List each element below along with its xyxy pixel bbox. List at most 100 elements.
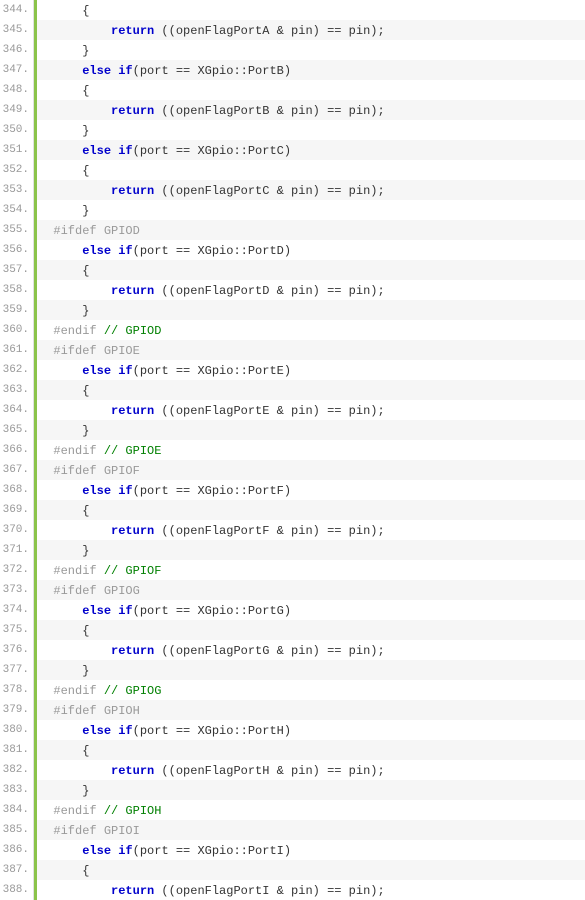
code-content[interactable]: else if(port == XGpio::PortD) (37, 240, 585, 260)
code-line[interactable]: 367. #ifdef GPIOF (0, 460, 585, 480)
token-plain: (port == XGpio::PortD) (133, 244, 291, 258)
code-content[interactable]: } (37, 200, 585, 220)
code-line[interactable]: 373. #ifdef GPIOG (0, 580, 585, 600)
code-line[interactable]: 350. } (0, 120, 585, 140)
code-content[interactable]: { (37, 500, 585, 520)
code-content[interactable]: } (37, 120, 585, 140)
code-content[interactable]: #ifdef GPIOE (37, 340, 585, 360)
code-content[interactable]: else if(port == XGpio::PortC) (37, 140, 585, 160)
code-content[interactable]: { (37, 740, 585, 760)
code-line[interactable]: 377. } (0, 660, 585, 680)
code-line[interactable]: 379. #ifdef GPIOH (0, 700, 585, 720)
code-line[interactable]: 372. #endif // GPIOF (0, 560, 585, 580)
code-line[interactable]: 376. return ((openFlagPortG & pin) == pi… (0, 640, 585, 660)
code-line[interactable]: 353. return ((openFlagPortC & pin) == pi… (0, 180, 585, 200)
code-line[interactable]: 387. { (0, 860, 585, 880)
code-content[interactable]: #ifdef GPIOI (37, 820, 585, 840)
code-line[interactable]: 380. else if(port == XGpio::PortH) (0, 720, 585, 740)
code-line[interactable]: 382. return ((openFlagPortH & pin) == pi… (0, 760, 585, 780)
code-content[interactable]: else if(port == XGpio::PortE) (37, 360, 585, 380)
indent (39, 324, 53, 338)
code-content[interactable]: #ifdef GPIOD (37, 220, 585, 240)
code-line[interactable]: 381. { (0, 740, 585, 760)
code-line[interactable]: 354. } (0, 200, 585, 220)
code-content[interactable]: else if(port == XGpio::PortF) (37, 480, 585, 500)
code-line[interactable]: 351. else if(port == XGpio::PortC) (0, 140, 585, 160)
code-line[interactable]: 385. #ifdef GPIOI (0, 820, 585, 840)
indent (39, 884, 111, 898)
code-line[interactable]: 349. return ((openFlagPortB & pin) == pi… (0, 100, 585, 120)
code-viewer[interactable]: 344. {345. return ((openFlagPortA & pin)… (0, 0, 585, 900)
code-content[interactable]: else if(port == XGpio::PortB) (37, 60, 585, 80)
token-pp: #ifdef GPIOF (53, 464, 139, 478)
code-content[interactable]: } (37, 40, 585, 60)
code-content[interactable]: #endif // GPIOD (37, 320, 585, 340)
code-content[interactable]: { (37, 620, 585, 640)
code-content[interactable]: #endif // GPIOG (37, 680, 585, 700)
code-content[interactable]: return ((openFlagPortH & pin) == pin); (37, 760, 585, 780)
code-line[interactable]: 384. #endif // GPIOH (0, 800, 585, 820)
code-content[interactable]: return ((openFlagPortD & pin) == pin); (37, 280, 585, 300)
code-line[interactable]: 361. #ifdef GPIOE (0, 340, 585, 360)
code-line[interactable]: 356. else if(port == XGpio::PortD) (0, 240, 585, 260)
code-content[interactable]: } (37, 660, 585, 680)
code-line[interactable]: 375. { (0, 620, 585, 640)
code-line[interactable]: 358. return ((openFlagPortD & pin) == pi… (0, 280, 585, 300)
code-content[interactable]: #endif // GPIOF (37, 560, 585, 580)
code-line[interactable]: 388. return ((openFlagPortI & pin) == pi… (0, 880, 585, 900)
code-content[interactable]: { (37, 860, 585, 880)
code-line[interactable]: 370. return ((openFlagPortF & pin) == pi… (0, 520, 585, 540)
code-line[interactable]: 360. #endif // GPIOD (0, 320, 585, 340)
code-content[interactable]: return ((openFlagPortE & pin) == pin); (37, 400, 585, 420)
code-line[interactable]: 368. else if(port == XGpio::PortF) (0, 480, 585, 500)
code-content[interactable]: return ((openFlagPortC & pin) == pin); (37, 180, 585, 200)
code-line[interactable]: 347. else if(port == XGpio::PortB) (0, 60, 585, 80)
code-content[interactable]: } (37, 300, 585, 320)
code-line[interactable]: 346. } (0, 40, 585, 60)
code-line[interactable]: 344. { (0, 0, 585, 20)
line-number: 346. (0, 40, 34, 60)
code-line[interactable]: 374. else if(port == XGpio::PortG) (0, 600, 585, 620)
token-plain: (port == XGpio::PortF) (133, 484, 291, 498)
code-content[interactable]: else if(port == XGpio::PortG) (37, 600, 585, 620)
indent (39, 244, 82, 258)
code-line[interactable]: 348. { (0, 80, 585, 100)
code-line[interactable]: 362. else if(port == XGpio::PortE) (0, 360, 585, 380)
code-line[interactable]: 383. } (0, 780, 585, 800)
indent (39, 824, 53, 838)
code-line[interactable]: 363. { (0, 380, 585, 400)
code-content[interactable]: { (37, 380, 585, 400)
code-line[interactable]: 365. } (0, 420, 585, 440)
code-content[interactable]: return ((openFlagPortI & pin) == pin); (37, 880, 585, 900)
code-content[interactable]: { (37, 0, 585, 20)
line-number: 388. (0, 880, 34, 900)
code-line[interactable]: 366. #endif // GPIOE (0, 440, 585, 460)
code-line[interactable]: 355. #ifdef GPIOD (0, 220, 585, 240)
code-line[interactable]: 364. return ((openFlagPortE & pin) == pi… (0, 400, 585, 420)
code-content[interactable]: { (37, 80, 585, 100)
code-line[interactable]: 386. else if(port == XGpio::PortI) (0, 840, 585, 860)
code-content[interactable]: #endif // GPIOE (37, 440, 585, 460)
code-content[interactable]: else if(port == XGpio::PortH) (37, 720, 585, 740)
code-content[interactable]: return ((openFlagPortB & pin) == pin); (37, 100, 585, 120)
code-content[interactable]: return ((openFlagPortF & pin) == pin); (37, 520, 585, 540)
code-content[interactable]: { (37, 260, 585, 280)
code-content[interactable]: #ifdef GPIOG (37, 580, 585, 600)
code-line[interactable]: 369. { (0, 500, 585, 520)
code-content[interactable]: return ((openFlagPortA & pin) == pin); (37, 20, 585, 40)
code-content[interactable]: } (37, 780, 585, 800)
code-line[interactable]: 371. } (0, 540, 585, 560)
code-line[interactable]: 357. { (0, 260, 585, 280)
code-content[interactable]: #endif // GPIOH (37, 800, 585, 820)
code-content[interactable]: else if(port == XGpio::PortI) (37, 840, 585, 860)
code-content[interactable]: return ((openFlagPortG & pin) == pin); (37, 640, 585, 660)
code-content[interactable]: { (37, 160, 585, 180)
code-content[interactable]: #ifdef GPIOH (37, 700, 585, 720)
code-content[interactable]: } (37, 420, 585, 440)
code-content[interactable]: #ifdef GPIOF (37, 460, 585, 480)
code-content[interactable]: } (37, 540, 585, 560)
code-line[interactable]: 378. #endif // GPIOG (0, 680, 585, 700)
code-line[interactable]: 345. return ((openFlagPortA & pin) == pi… (0, 20, 585, 40)
code-line[interactable]: 352. { (0, 160, 585, 180)
code-line[interactable]: 359. } (0, 300, 585, 320)
